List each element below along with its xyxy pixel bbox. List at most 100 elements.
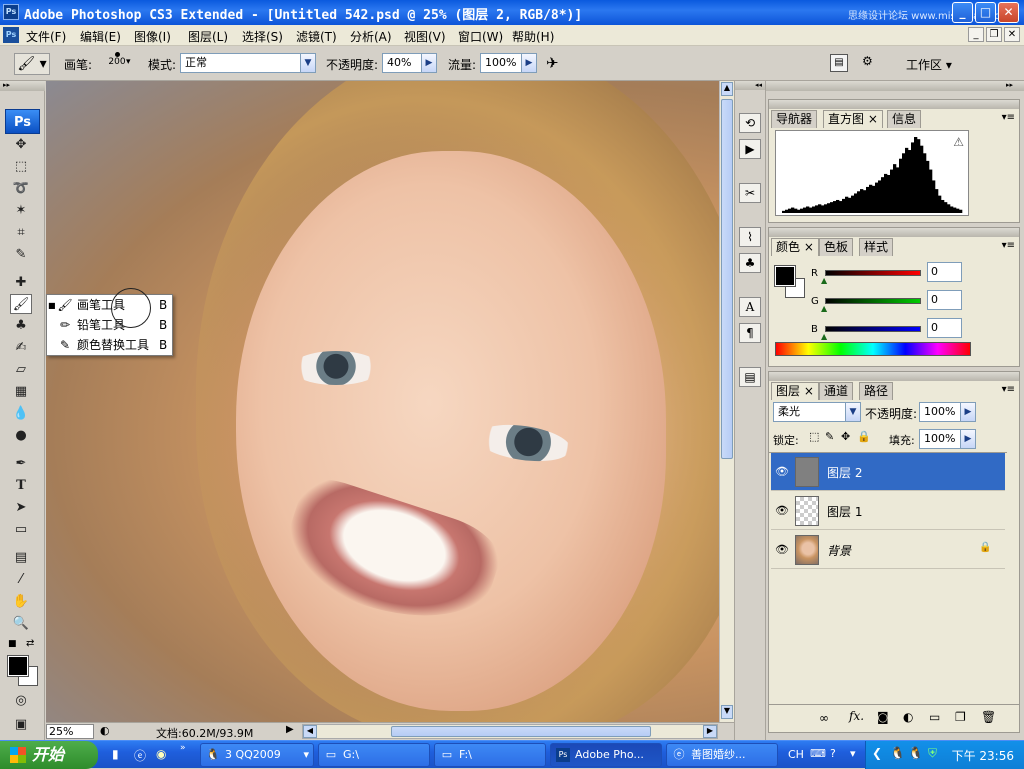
new-layer-icon[interactable]: ❐: [955, 710, 966, 724]
opacity-input[interactable]: 40%: [382, 53, 422, 73]
opacity-slider-button[interactable]: ▶: [421, 53, 437, 73]
horizontal-scroll-thumb[interactable]: [391, 726, 651, 737]
cache-warning-icon[interactable]: ⚠: [953, 135, 964, 149]
visibility-eye-icon[interactable]: 👁: [775, 504, 789, 517]
history-icon[interactable]: ⟲: [739, 113, 761, 133]
menu-layer[interactable]: 图层(L): [188, 28, 228, 45]
clock[interactable]: 下午 23:56: [952, 747, 1014, 764]
qq-tray-icon[interactable]: 🐧: [890, 746, 905, 760]
mode-select[interactable]: 正常: [180, 53, 316, 73]
vertical-scroll-thumb[interactable]: [721, 99, 733, 459]
menu-filter[interactable]: 滤镜(T): [296, 28, 337, 45]
photoshop-app-icon[interactable]: Ps: [3, 4, 19, 20]
red-slider[interactable]: [825, 270, 921, 276]
document-canvas[interactable]: [46, 81, 719, 722]
clone-source-icon[interactable]: ♣: [739, 253, 761, 273]
gradient-tool-icon[interactable]: ▦: [10, 382, 32, 402]
panel-foreground-swatch[interactable]: [774, 265, 796, 287]
lock-all-icon[interactable]: 🔒: [857, 430, 871, 443]
lock-image-icon[interactable]: ✎: [825, 430, 834, 443]
quicklaunch-more-icon[interactable]: »: [180, 743, 186, 753]
minimize-button[interactable]: _: [952, 2, 973, 23]
keyboard-icon[interactable]: ⌨: [810, 747, 826, 760]
tab-swatches[interactable]: 色板: [819, 238, 854, 256]
green-slider[interactable]: [825, 298, 921, 304]
vertical-scrollbar[interactable]: ▲ ▼: [719, 81, 734, 722]
menu-window[interactable]: 窗口(W): [458, 28, 503, 45]
blue-slider[interactable]: [825, 326, 921, 332]
brushes-icon[interactable]: ⌇: [739, 227, 761, 247]
tab-layers[interactable]: 图层 ×: [771, 382, 819, 400]
fx-icon[interactable]: fx.: [849, 709, 864, 723]
document-icon[interactable]: Ps: [3, 27, 19, 43]
mask-icon[interactable]: ◙: [877, 710, 889, 724]
zoom-tool-icon[interactable]: 🔍: [10, 614, 32, 634]
scroll-right-icon[interactable]: ▶: [703, 725, 717, 738]
firefox-icon[interactable]: ◉: [156, 747, 166, 761]
hand-tool-icon[interactable]: ✋: [10, 592, 32, 612]
help-icon[interactable]: ?: [830, 747, 836, 760]
blur-tool-icon[interactable]: 💧: [10, 404, 32, 424]
lasso-tool-icon[interactable]: ➰: [10, 179, 32, 199]
eyedropper-tool-icon[interactable]: ⁄: [10, 570, 32, 590]
tab-info[interactable]: 信息: [887, 110, 922, 128]
trash-icon[interactable]: 🗑: [981, 710, 996, 724]
palette-well-icon[interactable]: ▤: [830, 54, 848, 72]
doc-close-button[interactable]: ✕: [1004, 27, 1020, 42]
close-tab-icon[interactable]: ×: [804, 240, 814, 254]
character-icon[interactable]: A: [739, 297, 761, 317]
scroll-left-icon[interactable]: ◀: [303, 725, 317, 738]
doc-restore-button[interactable]: ❐: [986, 27, 1002, 42]
blend-mode-dropdown-icon[interactable]: ▼: [845, 402, 861, 422]
menu-image[interactable]: 图像(I): [134, 28, 171, 45]
layer-comps-icon[interactable]: ▤: [739, 367, 761, 387]
doc-minimize-button[interactable]: _: [968, 27, 984, 42]
blue-value-input[interactable]: 0: [927, 318, 962, 338]
panel-titlebar[interactable]: [769, 100, 1019, 109]
eraser-tool-icon[interactable]: ▱: [10, 360, 32, 380]
close-button[interactable]: ✕: [998, 2, 1019, 23]
default-colors-icon[interactable]: ■: [8, 639, 17, 649]
marquee-tool-icon[interactable]: ⬚: [10, 157, 32, 177]
maximize-button[interactable]: □: [975, 2, 996, 23]
panels-grip[interactable]: ▸▸: [766, 81, 1024, 91]
task-qq[interactable]: 🐧 3 QQ2009 ▾: [200, 743, 314, 767]
swap-colors-icon[interactable]: ⇄: [26, 638, 34, 649]
menu-edit[interactable]: 编辑(E): [80, 28, 121, 45]
type-tool-icon[interactable]: T: [10, 476, 32, 496]
rectangle-tool-icon[interactable]: ▭: [10, 520, 32, 540]
scroll-up-icon[interactable]: ▲: [721, 82, 733, 96]
ie-icon[interactable]: ⓔ: [134, 747, 146, 764]
task-folder-g[interactable]: ▭ G:\: [318, 743, 430, 767]
paragraph-icon[interactable]: ¶: [739, 323, 761, 343]
panel-titlebar[interactable]: [769, 372, 1019, 381]
flyout-pencil-tool[interactable]: ✏ 铅笔工具 B: [47, 316, 172, 335]
red-value-input[interactable]: 0: [927, 262, 962, 282]
horizontal-scrollbar[interactable]: ◀ ▶: [302, 724, 718, 739]
menu-analysis[interactable]: 分析(A): [350, 28, 392, 45]
flow-slider-button[interactable]: ▶: [521, 53, 537, 73]
status-arrow-icon[interactable]: ▶: [286, 724, 294, 735]
menu-file[interactable]: 文件(F): [26, 28, 66, 45]
slice-tool-icon[interactable]: ✎: [10, 245, 32, 265]
layer-row[interactable]: 👁 背景 🔒: [771, 531, 1005, 569]
ps-logo[interactable]: Ps: [5, 109, 40, 134]
adjustment-icon[interactable]: ◐: [903, 710, 913, 724]
airbrush-icon[interactable]: ✈: [546, 54, 559, 72]
task-browser[interactable]: ⓔ 善图婚纱...: [666, 743, 778, 767]
tab-histogram[interactable]: 直方图 ×: [823, 110, 883, 128]
crop-tool-icon[interactable]: ⌗: [10, 223, 32, 243]
red-slider-handle-icon[interactable]: ▲: [821, 276, 827, 285]
tab-channels[interactable]: 通道: [819, 382, 854, 400]
color-spectrum[interactable]: [775, 342, 971, 356]
actions-icon[interactable]: ▶: [739, 139, 761, 159]
tray-expand-icon[interactable]: ❮: [872, 746, 882, 760]
green-slider-handle-icon[interactable]: ▲: [821, 304, 827, 313]
close-tab-icon[interactable]: ×: [868, 112, 878, 126]
task-photoshop[interactable]: Ps Adobe Pho...: [550, 743, 662, 767]
layer-opacity-input[interactable]: 100%: [919, 402, 961, 422]
brush-dropdown-icon[interactable]: ▾: [126, 57, 131, 67]
brush-tool-icon[interactable]: 🖌: [10, 294, 32, 314]
visibility-eye-icon[interactable]: 👁: [775, 465, 789, 478]
lock-transparent-icon[interactable]: ⬚: [809, 430, 819, 443]
